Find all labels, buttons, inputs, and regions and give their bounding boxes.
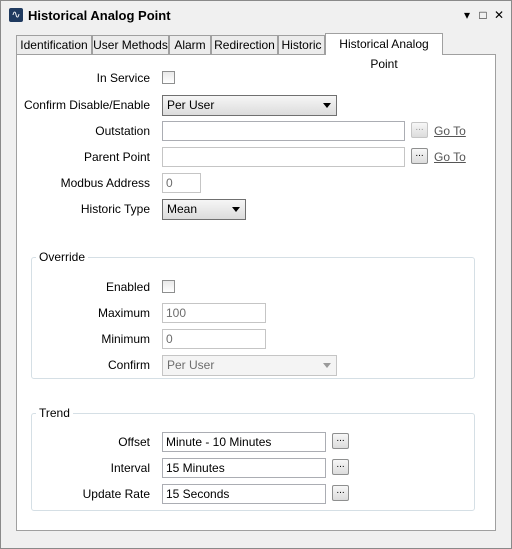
tab-user-methods[interactable]: User Methods xyxy=(92,35,169,54)
override-enabled-label: Enabled xyxy=(105,280,150,294)
tab-panel: In Service Confirm Disable/Enable Per Us… xyxy=(16,54,496,531)
title-bar[interactable]: ∿ Historical Analog Point ▾ □ ✕ xyxy=(1,1,511,31)
trend-offset-browse-button[interactable]: ... xyxy=(332,433,349,449)
chevron-down-icon xyxy=(323,363,331,368)
override-enabled-checkbox[interactable] xyxy=(162,280,175,293)
trend-offset-field[interactable]: Minute - 10 Minutes xyxy=(162,432,326,452)
outstation-browse-button[interactable]: ... xyxy=(411,122,428,138)
tab-historic[interactable]: Historic xyxy=(278,35,325,54)
trend-update-rate-field[interactable]: 15 Seconds xyxy=(162,484,326,504)
trend-update-rate-browse-button[interactable]: ... xyxy=(332,485,349,501)
modbus-address-field[interactable]: 0 xyxy=(162,173,201,193)
confirm-disable-value: Per User xyxy=(167,98,215,112)
window-title: Historical Analog Point xyxy=(28,8,171,23)
override-maximum-field[interactable]: 100 xyxy=(162,303,266,323)
historic-type-select[interactable]: Mean xyxy=(162,199,246,220)
tab-historical-analog-point[interactable]: Historical Analog Point xyxy=(325,33,443,71)
override-confirm-value: Per User xyxy=(167,358,215,372)
parent-point-field[interactable] xyxy=(162,147,405,167)
menu-chevron-icon[interactable]: ▾ xyxy=(460,7,474,23)
override-minimum-label: Minimum xyxy=(101,332,150,346)
tab-alarm[interactable]: Alarm xyxy=(169,35,211,54)
trend-group-title: Trend xyxy=(36,406,73,420)
modbus-address-label: Modbus Address xyxy=(60,176,150,190)
override-confirm-select[interactable]: Per User xyxy=(162,355,337,376)
app-icon: ∿ xyxy=(9,8,23,22)
trend-offset-label: Offset xyxy=(118,435,150,449)
historic-type-value: Mean xyxy=(167,202,198,216)
override-maximum-label: Maximum xyxy=(97,306,150,320)
chevron-down-icon xyxy=(232,207,240,212)
outstation-label: Outstation xyxy=(95,124,150,138)
trend-update-rate-label: Update Rate xyxy=(82,487,150,501)
confirm-disable-select[interactable]: Per User xyxy=(162,95,337,116)
window: ∿ Historical Analog Point ▾ □ ✕ Identifi… xyxy=(0,0,512,549)
tab-redirection[interactable]: Redirection xyxy=(211,35,278,54)
parent-point-goto-link[interactable]: Go To xyxy=(434,150,466,164)
confirm-disable-label: Confirm Disable/Enable xyxy=(23,98,150,112)
outstation-field[interactable] xyxy=(162,121,405,141)
override-minimum-field[interactable]: 0 xyxy=(162,329,266,349)
override-group-title: Override xyxy=(36,250,89,264)
override-confirm-label: Confirm xyxy=(107,358,150,372)
outstation-goto-link[interactable]: Go To xyxy=(434,124,466,138)
chevron-down-icon xyxy=(323,103,331,108)
trend-interval-label: Interval xyxy=(110,461,150,475)
trend-interval-field[interactable]: 15 Minutes xyxy=(162,458,326,478)
parent-point-browse-button[interactable]: ... xyxy=(411,148,428,164)
tab-identification[interactable]: Identification xyxy=(16,35,92,54)
trend-interval-browse-button[interactable]: ... xyxy=(332,459,349,475)
close-icon[interactable]: ✕ xyxy=(492,7,506,23)
parent-point-label: Parent Point xyxy=(83,150,150,164)
in-service-checkbox[interactable] xyxy=(162,71,175,84)
maximize-icon[interactable]: □ xyxy=(476,7,490,23)
historic-type-label: Historic Type xyxy=(80,202,150,216)
in-service-label: In Service xyxy=(96,71,150,85)
